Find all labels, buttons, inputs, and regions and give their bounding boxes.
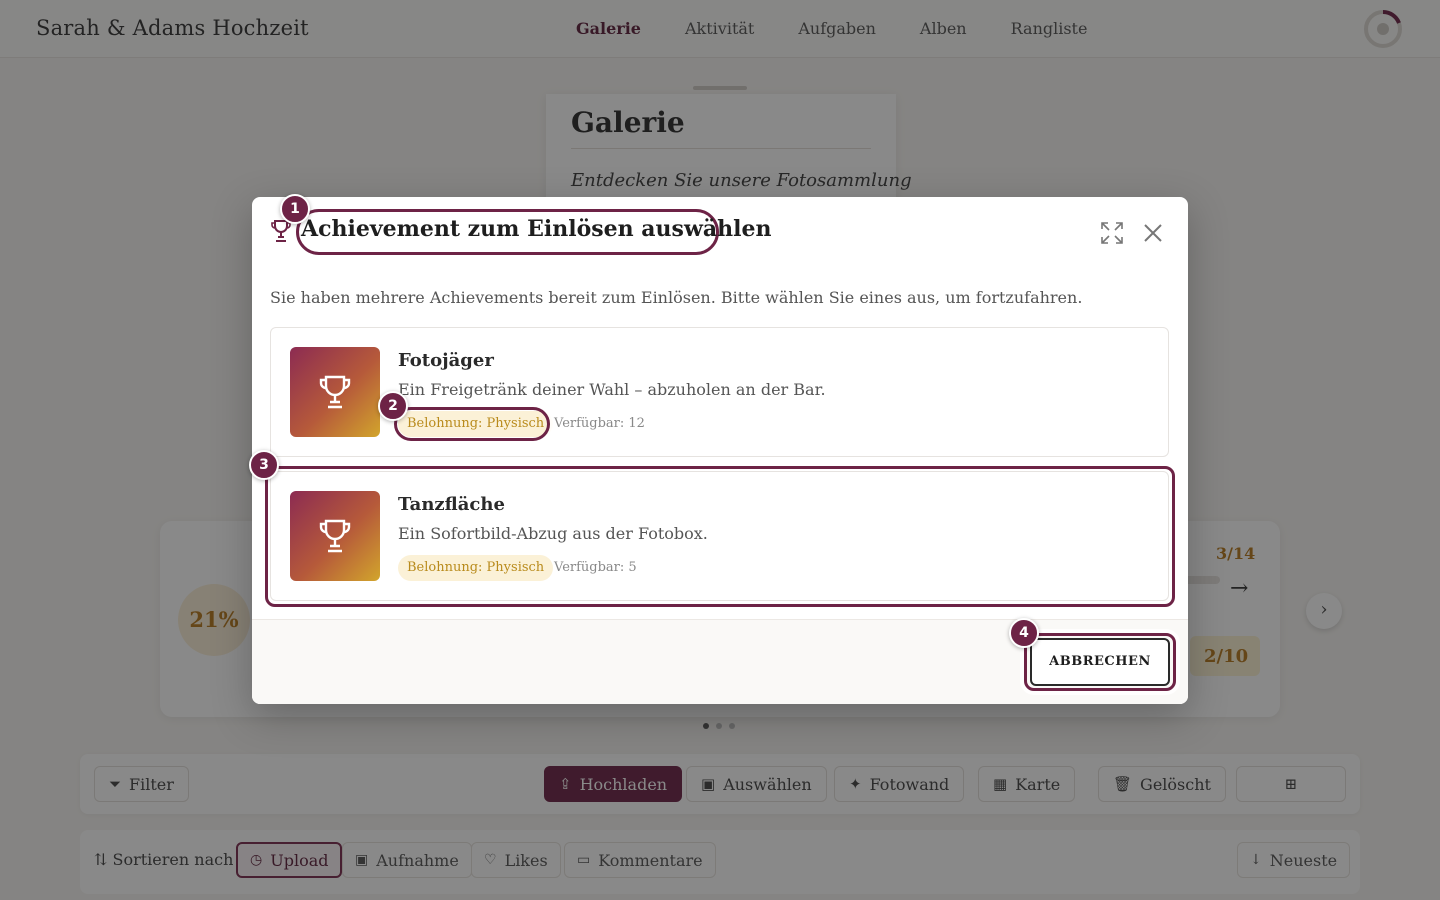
expand-icon[interactable] — [1099, 220, 1125, 246]
availability-text: Verfügbar: 12 — [554, 416, 645, 431]
close-icon[interactable] — [1140, 220, 1166, 246]
option-highlight — [265, 466, 1175, 607]
cancel-highlight — [1024, 633, 1176, 691]
badge-highlight — [394, 407, 550, 441]
annotation-marker-4: 4 — [1009, 618, 1039, 648]
achievement-name: Fotojäger — [398, 350, 494, 371]
trophy-icon — [319, 375, 351, 409]
annotation-marker-3: 3 — [249, 450, 279, 480]
annotation-marker-2: 2 — [378, 391, 408, 421]
dialog-title: Achievement zum Einlösen auswählen — [301, 216, 772, 242]
achievement-thumbnail — [290, 347, 380, 437]
annotation-marker-1: 1 — [280, 194, 310, 224]
dialog-description: Sie haben mehrere Achievements bereit zu… — [270, 288, 1083, 307]
achievement-description: Ein Freigetränk deiner Wahl – abzuholen … — [398, 380, 826, 399]
